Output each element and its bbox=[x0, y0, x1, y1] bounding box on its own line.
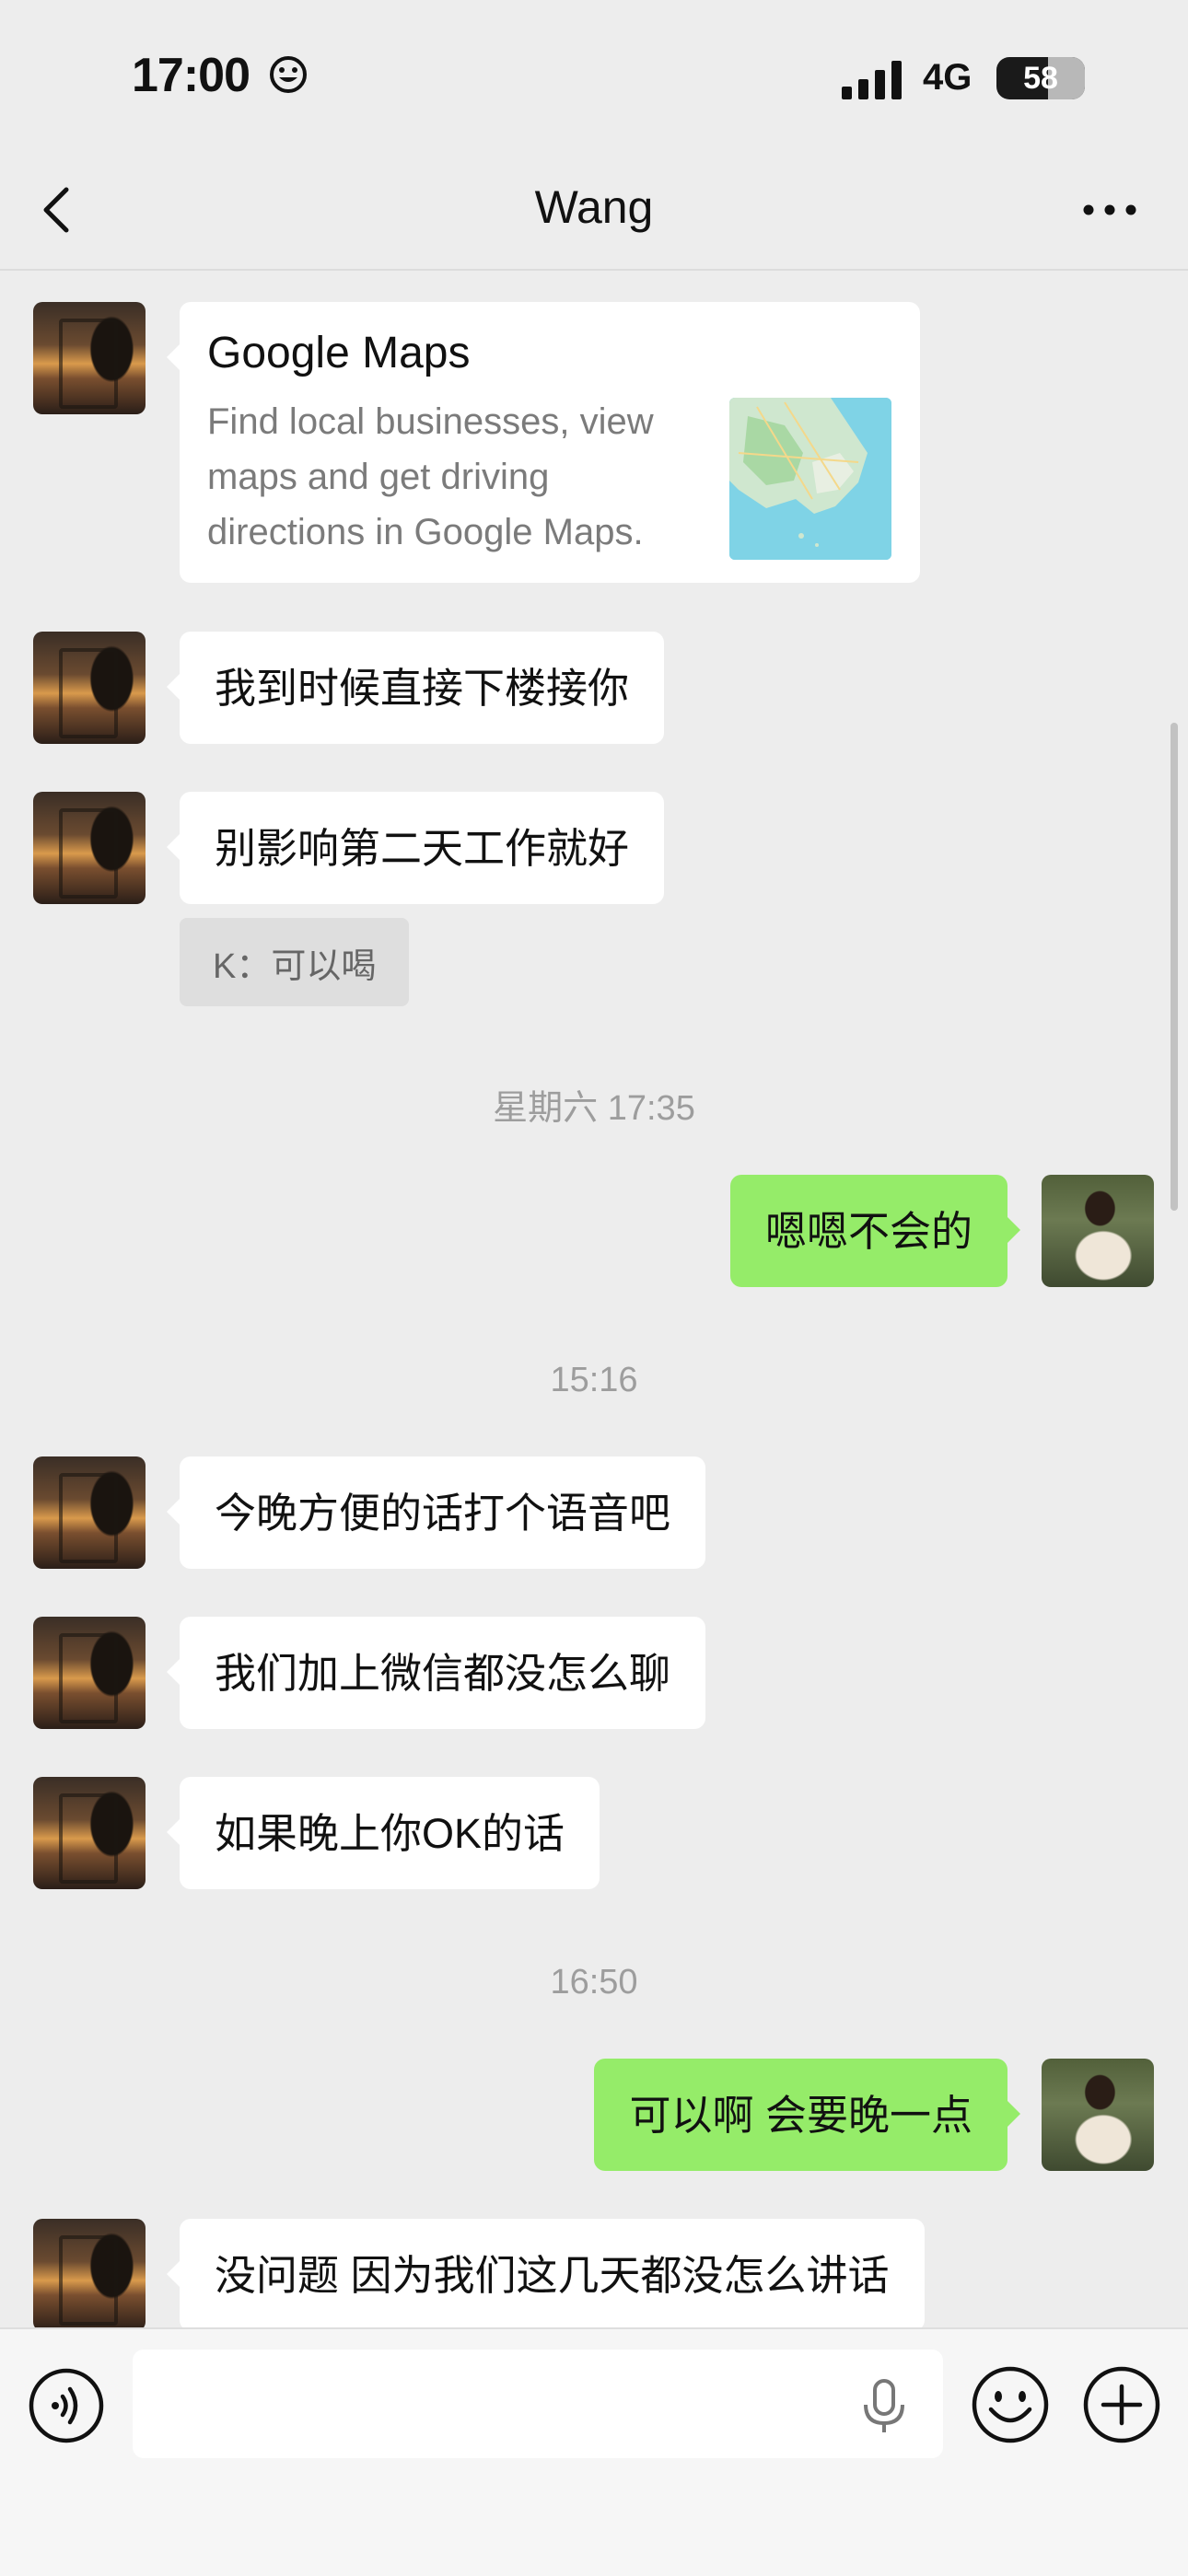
battery-percent: 58 bbox=[1023, 61, 1058, 96]
timestamp: 星期六 17:35 bbox=[493, 1089, 695, 1128]
battery-tip bbox=[1077, 70, 1083, 87]
message-bubble-received[interactable]: 今晚方便的话打个语音吧 bbox=[166, 1456, 706, 1569]
contact-avatar[interactable] bbox=[33, 302, 146, 414]
message-bubble-sent[interactable]: 嗯嗯不会的 bbox=[729, 1175, 1021, 1287]
back-chevron-icon[interactable] bbox=[28, 173, 92, 247]
battery-icon: 58 bbox=[996, 57, 1085, 99]
message-text: 没问题 因为我们这几天都没怎么讲话 bbox=[215, 2251, 890, 2299]
message-bubble-received[interactable]: 别影响第二天工作就好 bbox=[166, 792, 665, 904]
user-avatar[interactable] bbox=[1042, 1175, 1154, 1287]
plus-icon[interactable] bbox=[1082, 2365, 1161, 2444]
voice-icon[interactable] bbox=[28, 2367, 105, 2444]
map-link-card[interactable]: Google Maps Find local businesses, view … bbox=[167, 302, 920, 583]
map-card-title: Google Maps bbox=[207, 329, 471, 377]
message-input[interactable] bbox=[133, 2350, 943, 2458]
more-icon[interactable] bbox=[1077, 184, 1142, 239]
contact-avatar[interactable] bbox=[33, 792, 146, 904]
map-card-description: Find local businesses, view maps and get… bbox=[207, 401, 654, 552]
chat-title: Wang bbox=[534, 181, 654, 233]
message-bubble-received[interactable]: 我们加上微信都没怎么聊 bbox=[166, 1617, 706, 1729]
status-time: 17:00 bbox=[132, 49, 250, 102]
signal-icon bbox=[842, 61, 902, 99]
timestamp: 16:50 bbox=[550, 1963, 638, 2002]
message-bubble-received[interactable]: 我到时候直接下楼接你 bbox=[166, 632, 665, 744]
message-bubble-sent[interactable]: 可以啊 会要晚一点 bbox=[594, 2059, 1020, 2171]
message-text: 如果晚上你OK的话 bbox=[215, 1809, 565, 1857]
microphone-icon[interactable] bbox=[856, 2377, 912, 2434]
emoji-icon[interactable] bbox=[971, 2365, 1050, 2444]
message-bubble-received[interactable]: 如果晚上你OK的话 bbox=[166, 1777, 600, 1889]
contact-avatar[interactable] bbox=[33, 2219, 146, 2331]
message-text: 嗯嗯不会的 bbox=[764, 1207, 973, 1255]
nav-divider bbox=[0, 269, 1188, 271]
quoted-text: K：可以喝 bbox=[213, 946, 377, 986]
contact-avatar[interactable] bbox=[33, 1777, 146, 1889]
scrollbar-thumb[interactable] bbox=[1171, 723, 1178, 1211]
message-text: 别影响第二天工作就好 bbox=[215, 824, 630, 872]
contact-avatar[interactable] bbox=[33, 1617, 146, 1729]
message-text: 今晚方便的话打个语音吧 bbox=[215, 1489, 671, 1537]
quoted-message[interactable]: K：可以喝 bbox=[180, 918, 410, 1006]
status-bar: 17:00 4G 58 bbox=[0, 0, 1188, 157]
contact-avatar[interactable] bbox=[33, 1456, 146, 1569]
message-text: 可以啊 会要晚一点 bbox=[629, 2091, 973, 2139]
message-text: 我们加上微信都没怎么聊 bbox=[215, 1649, 671, 1697]
message-bubble-received[interactable]: 没问题 因为我们这几天都没怎么讲话 bbox=[167, 2219, 925, 2331]
smiley-status-icon bbox=[270, 56, 307, 93]
message-text: 我到时候直接下楼接你 bbox=[215, 664, 630, 712]
user-avatar[interactable] bbox=[1042, 2059, 1154, 2171]
network-type: 4G bbox=[923, 57, 973, 98]
map-thumbnail bbox=[729, 398, 891, 560]
contact-avatar[interactable] bbox=[33, 632, 146, 744]
timestamp: 15:16 bbox=[550, 1361, 638, 1399]
